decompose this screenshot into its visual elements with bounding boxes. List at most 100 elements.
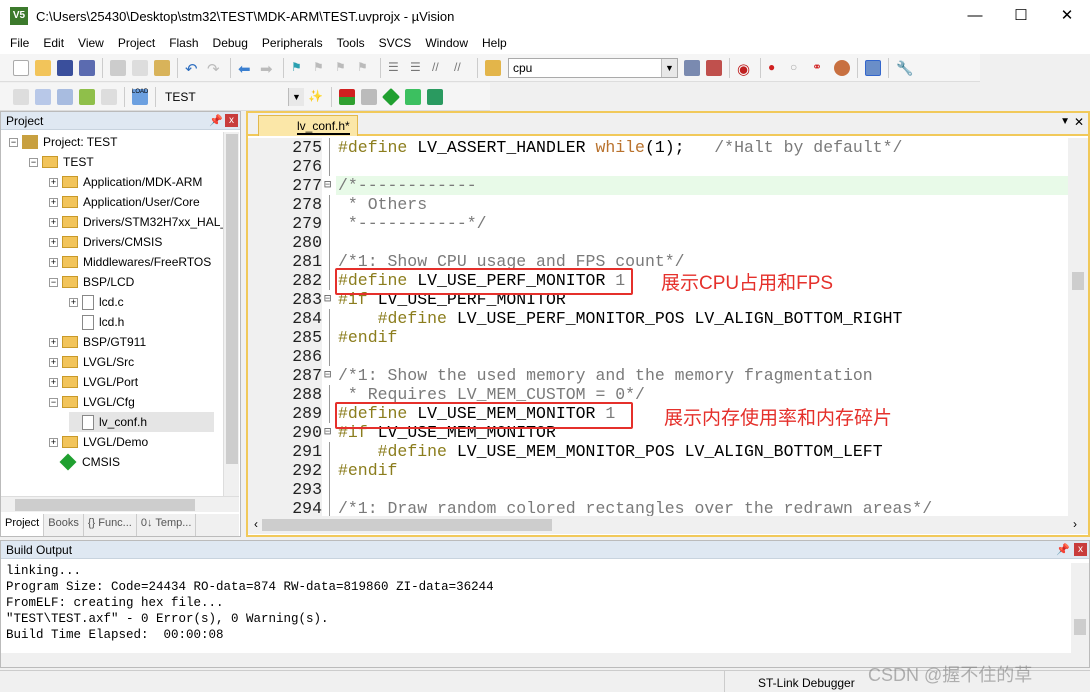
- tree-item[interactable]: + Application/User/Core: [49, 192, 200, 212]
- find-in-files-icon[interactable]: [485, 59, 501, 76]
- wrench-icon[interactable]: 🔧: [896, 60, 913, 76]
- stop-build-icon[interactable]: [101, 88, 117, 105]
- tab-list-dropdown[interactable]: ▼: [1060, 116, 1070, 127]
- pack-installer-icon[interactable]: [405, 88, 421, 105]
- panel-tab-2[interactable]: {} Func...: [84, 514, 137, 536]
- pin-icon[interactable]: 📌: [209, 112, 223, 130]
- cut-icon[interactable]: [110, 59, 126, 76]
- uncomment-icon[interactable]: //: [454, 60, 470, 76]
- tree-item[interactable]: − LVGL/Cfg: [49, 392, 135, 412]
- menu-edit[interactable]: Edit: [36, 36, 71, 50]
- expand-icon[interactable]: +: [69, 297, 78, 307]
- editor-vscrollbar[interactable]: [1068, 138, 1088, 516]
- prev-bookmark-icon[interactable]: ⚑: [313, 60, 329, 76]
- tree-item[interactable]: + Drivers/CMSIS: [49, 232, 162, 252]
- tree-item[interactable]: + lcd.c: [69, 292, 124, 312]
- fold-icon[interactable]: ⊟: [324, 423, 331, 442]
- undo-icon[interactable]: ↶: [185, 60, 201, 78]
- build-icon[interactable]: [35, 88, 51, 105]
- menu-flash[interactable]: Flash: [162, 36, 205, 50]
- target-select[interactable]: TEST ▼: [160, 86, 305, 107]
- incremental-find-icon[interactable]: [706, 59, 722, 76]
- menu-help[interactable]: Help: [475, 36, 514, 50]
- debug-session-icon[interactable]: ◉: [737, 60, 753, 78]
- pin-icon[interactable]: 📌: [1056, 541, 1070, 559]
- fold-icon[interactable]: ⊟: [324, 366, 331, 385]
- manage-rte-icon[interactable]: [381, 87, 401, 106]
- menu-file[interactable]: File: [3, 36, 36, 50]
- window-layout-icon[interactable]: [865, 59, 881, 76]
- save-all-icon[interactable]: [79, 59, 95, 76]
- tree-item[interactable]: + Application/MDK-ARM: [49, 172, 202, 192]
- expand-icon[interactable]: +: [49, 217, 58, 227]
- project-close-button[interactable]: x: [225, 114, 238, 127]
- build-output-close-button[interactable]: x: [1074, 543, 1087, 556]
- comment-icon[interactable]: //: [432, 60, 448, 76]
- panel-tab-3[interactable]: 0↓ Temp...: [137, 514, 197, 536]
- close-button[interactable]: ✕: [1044, 0, 1090, 32]
- next-bookmark-icon[interactable]: ⚑: [335, 60, 351, 76]
- tree-item[interactable]: − TEST: [29, 152, 94, 172]
- expand-icon[interactable]: +: [49, 197, 58, 207]
- expand-icon[interactable]: +: [49, 177, 58, 187]
- nav-back-icon[interactable]: ⬅: [238, 60, 254, 78]
- collapse-icon[interactable]: −: [49, 397, 58, 407]
- save-icon[interactable]: [57, 59, 73, 76]
- tree-item[interactable]: − BSP/LCD: [49, 272, 134, 292]
- fold-icon[interactable]: ⊟: [324, 290, 331, 309]
- project-vscrollbar[interactable]: [223, 132, 239, 496]
- copy-icon[interactable]: [132, 59, 148, 76]
- bookmark-icon[interactable]: ⚑: [291, 60, 307, 76]
- tree-item[interactable]: − Project: TEST: [9, 132, 117, 152]
- open-folder-icon[interactable]: [35, 59, 51, 76]
- expand-icon[interactable]: +: [49, 257, 58, 267]
- fold-icon[interactable]: ⊟: [324, 176, 331, 195]
- software-packs-icon[interactable]: [427, 88, 443, 105]
- indent-icon[interactable]: ☰: [388, 60, 404, 76]
- options-for-target-icon[interactable]: ✨: [308, 89, 324, 105]
- expand-icon[interactable]: +: [49, 357, 58, 367]
- translate-icon[interactable]: [13, 88, 29, 105]
- tree-item[interactable]: + Middlewares/FreeRTOS: [49, 252, 211, 272]
- menu-window[interactable]: Window: [418, 36, 475, 50]
- select-packs-icon[interactable]: [361, 88, 377, 105]
- panel-tab-0[interactable]: Project: [1, 514, 45, 536]
- breakpoint-icon[interactable]: ●: [768, 60, 784, 76]
- expand-icon[interactable]: +: [49, 437, 58, 447]
- menu-project[interactable]: Project: [111, 36, 162, 50]
- menu-peripherals[interactable]: Peripherals: [255, 36, 330, 50]
- tree-item[interactable]: + LVGL/Port: [49, 372, 138, 392]
- expand-icon[interactable]: +: [49, 337, 58, 347]
- find-icon[interactable]: [684, 59, 700, 76]
- paste-icon[interactable]: [154, 59, 170, 76]
- unindent-icon[interactable]: ☰: [410, 60, 426, 76]
- expand-icon[interactable]: +: [49, 377, 58, 387]
- redo-icon[interactable]: ↷: [207, 60, 223, 78]
- nav-forward-icon[interactable]: ➡: [260, 60, 276, 78]
- build-vscrollbar[interactable]: [1071, 563, 1089, 653]
- maximize-button[interactable]: ☐: [998, 0, 1044, 32]
- configure-icon[interactable]: [834, 59, 850, 76]
- tab-lv-conf-h[interactable]: lv_conf.h*: [258, 115, 358, 136]
- tree-item[interactable]: + LVGL/Demo: [49, 432, 148, 452]
- find-combo[interactable]: cpu ▼: [508, 57, 678, 78]
- tree-item[interactable]: CMSIS: [49, 452, 120, 472]
- tree-item[interactable]: + Drivers/STM32H7xx_HAL_: [49, 212, 227, 232]
- menu-view[interactable]: View: [71, 36, 111, 50]
- code-area[interactable]: 275 #define LV_ASSERT_HANDLER while(1); /…: [248, 138, 1068, 516]
- tree-item[interactable]: lcd.h: [69, 312, 124, 332]
- panel-tab-1[interactable]: Books: [44, 514, 84, 536]
- editor-hscrollbar[interactable]: ‹ ›: [248, 516, 1088, 534]
- menu-tools[interactable]: Tools: [330, 36, 372, 50]
- new-file-icon[interactable]: [13, 59, 29, 76]
- project-hscrollbar[interactable]: [1, 496, 239, 512]
- tree-item[interactable]: + LVGL/Src: [49, 352, 134, 372]
- tree-item[interactable]: lv_conf.h: [69, 412, 214, 432]
- clear-bookmarks-icon[interactable]: ⚑: [357, 60, 373, 76]
- collapse-icon[interactable]: −: [29, 157, 38, 167]
- batch-build-icon[interactable]: [79, 88, 95, 105]
- menu-svcs[interactable]: SVCS: [372, 36, 419, 50]
- collapse-icon[interactable]: −: [9, 137, 18, 147]
- load-icon[interactable]: LOAD: [132, 88, 148, 105]
- tree-item[interactable]: + BSP/GT911: [49, 332, 146, 352]
